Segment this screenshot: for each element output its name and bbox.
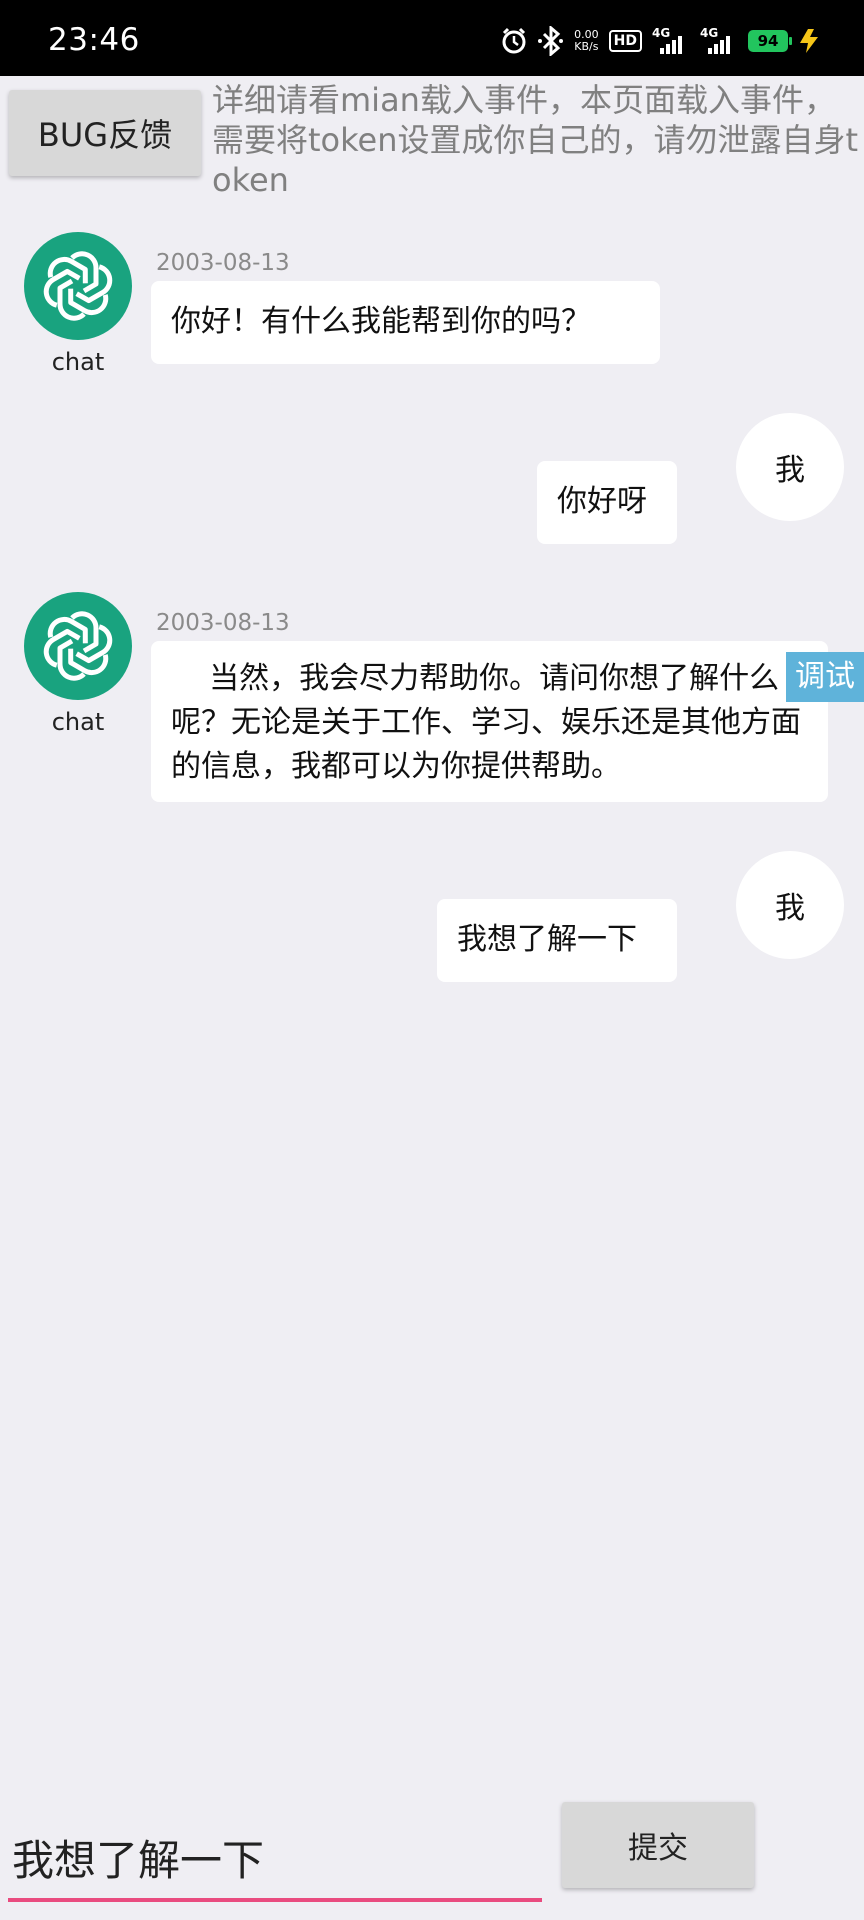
signal-4g-icon: 4G (700, 26, 738, 56)
input-underline (8, 1898, 542, 1902)
chat-bubble-bot: 你好！有什么我能帮到你的吗？ (151, 281, 660, 364)
message-input-wrap (8, 1808, 542, 1904)
message-timestamp: 2003-08-13 (156, 610, 290, 636)
debug-button[interactable]: 调试 (786, 652, 864, 702)
hd-icon: HD (608, 30, 642, 52)
status-bar: 23:46 0.00 KB/s HD 4G 4G 94 (0, 0, 864, 76)
bluetooth-icon (538, 26, 564, 56)
message-input[interactable] (8, 1808, 542, 1898)
alarm-icon (500, 27, 528, 55)
signal-4g-icon: 4G (652, 26, 690, 56)
submit-button[interactable]: 提交 (562, 1802, 754, 1888)
sender-name: chat (51, 708, 105, 736)
status-icons: 0.00 KB/s HD 4G 4G 94 (500, 24, 820, 58)
user-avatar: 我 (736, 413, 844, 521)
charging-icon (798, 27, 820, 55)
battery-icon: 94 (748, 30, 792, 52)
chat-bubble-user: 我想了解一下 (437, 899, 677, 982)
openai-logo-icon (43, 611, 113, 681)
bug-feedback-button[interactable]: BUG反馈 (9, 90, 201, 176)
chatgpt-avatar (24, 592, 132, 700)
user-avatar: 我 (736, 851, 844, 959)
openai-logo-icon (43, 251, 113, 321)
chat-bubble-bot: 当然，我会尽力帮助你。请问你想了解什么呢？无论是关于工作、学习、娱乐还是其他方面… (151, 641, 828, 802)
status-time: 23:46 (48, 22, 140, 58)
notice-text: 详细请看mian载入事件，本页面载入事件，需要将token设置成你自己的，请勿泄… (212, 81, 859, 199)
sender-name: chat (51, 348, 105, 376)
net-speed: 0.00 KB/s (574, 29, 599, 53)
chatgpt-avatar (24, 232, 132, 340)
message-timestamp: 2003-08-13 (156, 250, 290, 276)
net-speed-unit: KB/s (574, 40, 599, 53)
chat-bubble-user: 你好呀 (537, 461, 677, 544)
